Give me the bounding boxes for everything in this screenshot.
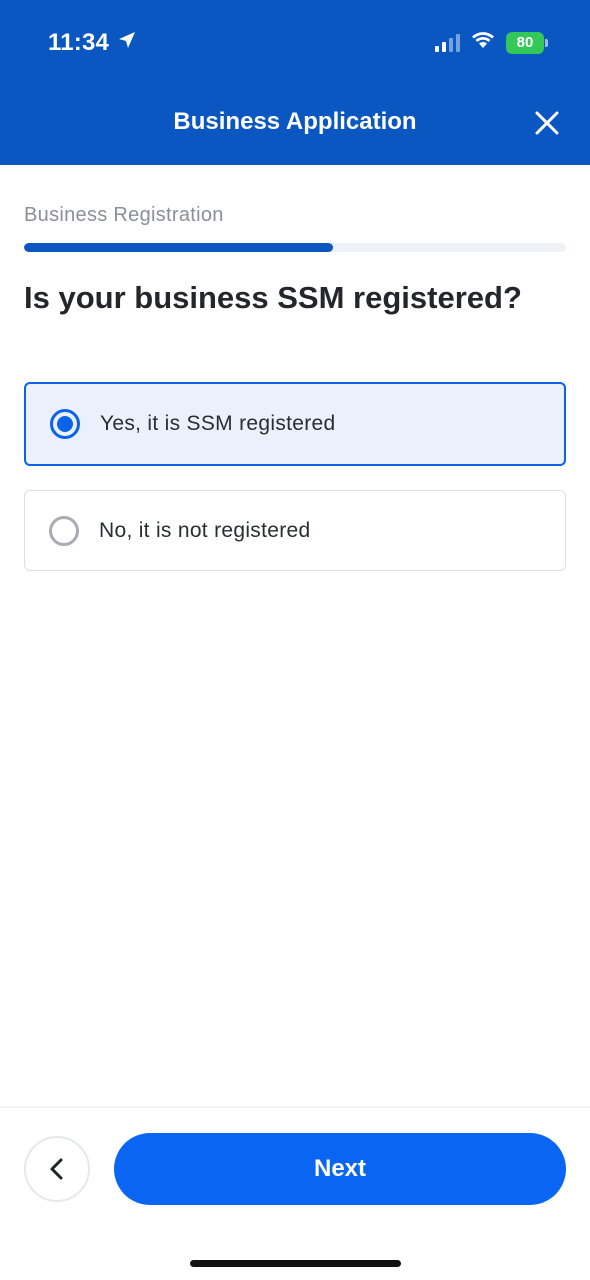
question-heading: Is your business SSM registered? xyxy=(24,280,522,315)
cellular-signal-icon xyxy=(435,33,460,52)
step-label: Business Registration xyxy=(24,204,224,226)
option-yes-registered[interactable]: Yes, it is SSM registered xyxy=(24,382,566,466)
option-label: No, it is not registered xyxy=(99,518,311,542)
chevron-left-icon xyxy=(50,1158,63,1180)
home-indicator xyxy=(190,1260,401,1267)
time-text: 11:34 xyxy=(48,29,110,56)
close-button[interactable] xyxy=(532,108,562,138)
progress-bar xyxy=(24,243,566,252)
option-not-registered[interactable]: No, it is not registered xyxy=(24,490,566,571)
battery-icon: 80 xyxy=(506,31,548,54)
wifi-icon xyxy=(470,30,496,55)
footer-divider xyxy=(0,1106,590,1108)
location-arrow-icon xyxy=(117,29,137,57)
next-button[interactable]: Next xyxy=(114,1133,566,1205)
page-title: Business Application xyxy=(173,108,417,135)
radio-unselected-icon[interactable] xyxy=(49,515,79,546)
radio-selected-icon[interactable] xyxy=(50,409,80,439)
status-bar-icons: 80 xyxy=(435,30,548,55)
app-header: 11:34 80 Business Application xyxy=(0,0,590,165)
progress-fill xyxy=(24,243,333,252)
status-bar-time: 11:34 xyxy=(48,29,137,57)
option-label: Yes, it is SSM registered xyxy=(100,412,336,435)
close-icon xyxy=(535,111,559,135)
back-button[interactable] xyxy=(24,1136,90,1202)
battery-level: 80 xyxy=(516,34,534,51)
